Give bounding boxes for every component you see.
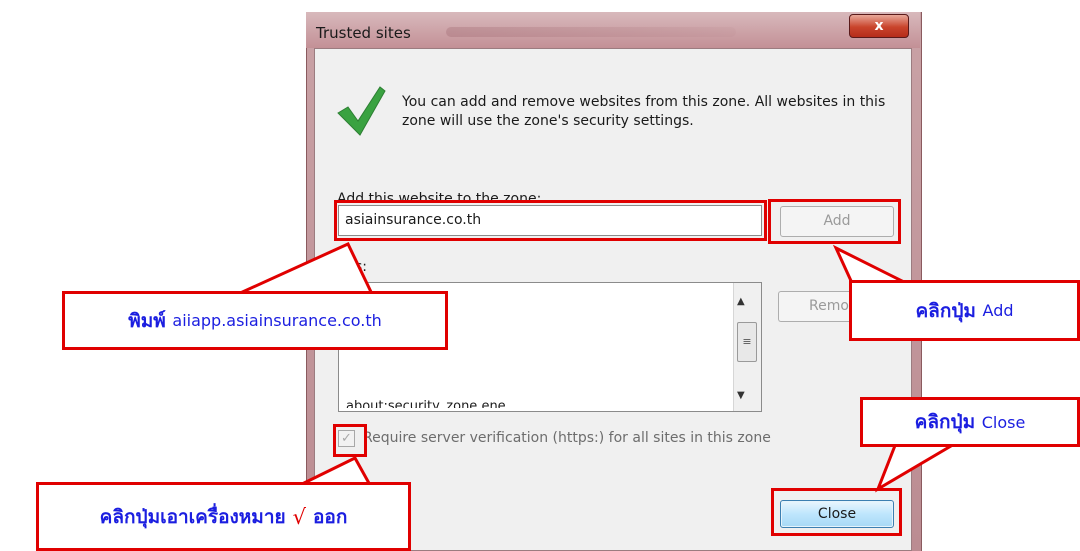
callout-type-bold: พิมพ์: [128, 309, 166, 332]
callout-uncheck-bold2: ออก: [313, 505, 348, 528]
callout-uncheck-bold: คลิกปุ่มเอาเครื่องหมาย: [99, 505, 286, 528]
click-close-callout: คลิกปุ่ม Close: [860, 397, 1080, 447]
click-add-callout: คลิกปุ่ม Add: [849, 280, 1080, 341]
callout-pointers: [237, 242, 962, 493]
type-url-callout: พิมพ์ aiiapp.asiainsurance.co.th: [62, 291, 448, 350]
callout-add-bold: คลิกปุ่ม: [915, 299, 976, 322]
checkmark-symbol: √: [292, 504, 307, 529]
callout-close-tail: Close: [981, 412, 1026, 432]
callout-close-bold: คลิกปุ่ม: [914, 411, 976, 433]
uncheck-callout: คลิกปุ่มเอาเครื่องหมาย √ ออก: [36, 482, 411, 551]
callout-add-tail: Add: [982, 301, 1014, 320]
callout-type-url: aiiapp.asiainsurance.co.th: [172, 311, 382, 330]
